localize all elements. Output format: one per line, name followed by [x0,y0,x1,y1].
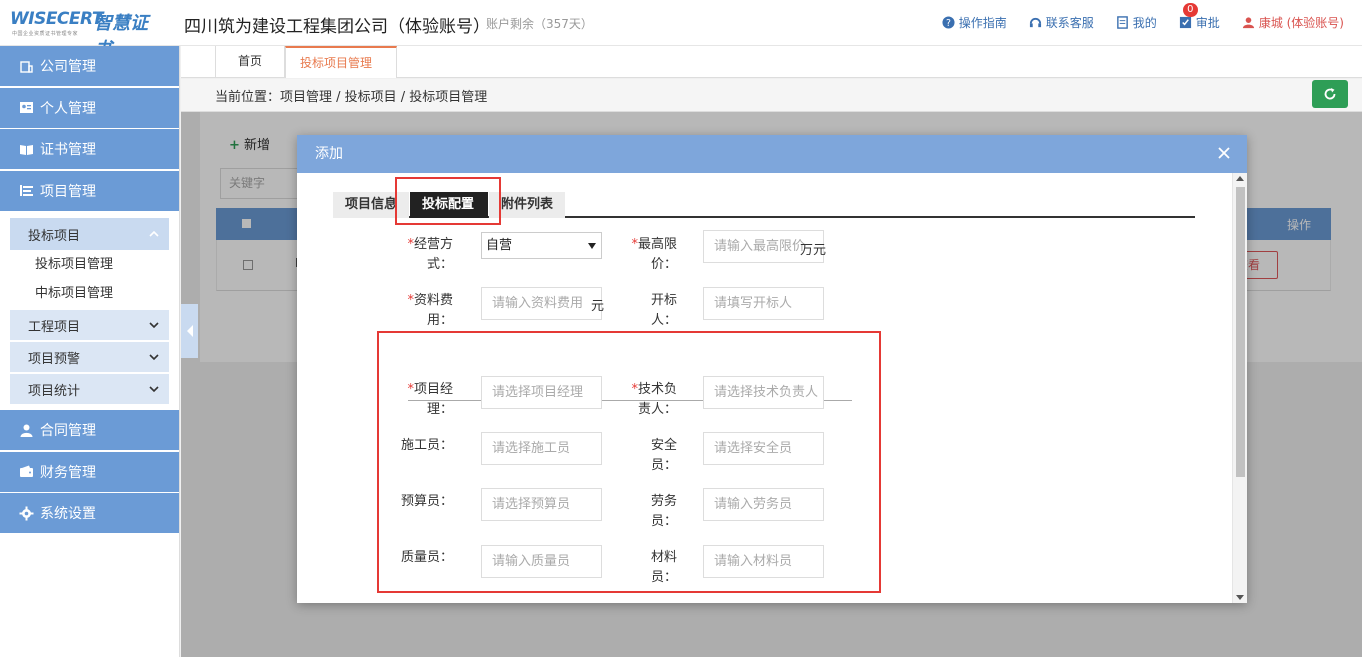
dialog-header: 添加 [297,135,1247,173]
scroll-up-icon[interactable] [1236,176,1244,181]
nav-support-label: 联系客服 [1045,16,1094,30]
submenu-link-bid-manage[interactable]: 投标项目管理 [10,250,169,279]
material-fee-input[interactable]: 请输入资料费用 [481,287,602,320]
submenu-label: 项目统计 [28,383,81,399]
headset-icon [1029,17,1041,28]
sidebar-item-label: 公司管理 [40,59,96,75]
sidebar-item-finance[interactable]: 财务管理 [0,451,179,492]
chevron-down-icon [149,386,159,393]
breadcrumb: 当前位置：项目管理 / 投标项目 / 投标项目管理 [215,90,488,105]
logo-text-en: WISECERT [10,9,103,29]
submenu-stats[interactable]: 项目统计 [10,374,169,404]
document-icon [1116,16,1128,29]
wallet-icon [20,465,33,477]
breadcrumb-bar: 当前位置：项目管理 / 投标项目 / 投标项目管理 [181,79,1362,112]
sidebar-item-label: 个人管理 [40,100,96,117]
sidebar-item-label: 系统设置 [40,506,96,522]
sidebar: 公司管理 个人管理 证书管理 项目管理 投标项目 投标项目管理 中标项目管理 工… [0,46,180,657]
account-remaining: 账户剩余（357天） [486,17,593,31]
dialog-scrollbar[interactable] [1232,173,1247,603]
nav-user-label: 康城 (体验账号) [1258,16,1344,30]
max-price-label: *最高限价： [631,237,677,272]
nav-mine[interactable]: 我的 [1116,14,1157,31]
material-fee-label: *资料费用： [407,293,453,328]
nav-approve-label: 审批 [1195,16,1220,30]
opener-input[interactable]: 请填写开标人 [703,287,824,320]
company-name: 四川筑为建设工程集团公司（体验账号） [184,17,490,37]
id-card-icon [20,102,33,113]
gear-icon [19,506,34,520]
user-icon [1242,17,1254,29]
logo-subtitle: 中国企业资质证书管理专家 [12,31,79,37]
book-icon [20,144,33,155]
sidebar-item-contract[interactable]: 合同管理 [0,410,179,450]
business-mode-select[interactable]: 自营 [481,232,602,259]
svg-text:?: ? [946,18,951,29]
nav-mine-label: 我的 [1132,16,1157,30]
sidebar-item-project[interactable]: 项目管理 [0,170,179,211]
nav-approve[interactable]: 0 审批 [1179,3,1220,31]
user-icon [20,424,33,437]
sidebar-collapse-handle[interactable] [181,304,198,358]
tab-bid-manage[interactable]: 投标项目管理✕ [285,46,397,100]
highlight-annotation-box [377,331,881,593]
sidebar-item-label: 财务管理 [40,464,96,481]
page-tabs: 首页 投标项目管理✕ [181,46,1362,100]
submenu-label: 工程项目 [28,319,81,335]
sidebar-item-cert[interactable]: 证书管理 [0,129,179,169]
chevron-left-icon [186,325,193,337]
sidebar-item-system[interactable]: 系统设置 [0,493,179,533]
question-circle-icon: ? [942,16,955,29]
close-icon[interactable] [1217,146,1231,160]
max-price-unit: 万元 [800,243,827,258]
refresh-icon [1324,88,1336,100]
caret-down-icon [588,243,596,249]
nav-user[interactable]: 康城 (体验账号) [1242,14,1344,31]
sidebar-item-label: 项目管理 [40,183,96,200]
chevron-up-icon [149,230,159,237]
tab-home[interactable]: 首页 [215,46,285,78]
material-fee-unit: 元 [591,299,605,314]
refresh-button[interactable] [1312,80,1348,108]
sidebar-item-label: 证书管理 [40,142,96,158]
sidebar-item-personal[interactable]: 个人管理 [0,87,179,128]
chevron-down-icon [149,354,159,361]
business-mode-label: *经营方式： [407,237,453,272]
submenu-label: 投标项目 [28,228,81,244]
dialog-title: 添加 [315,146,343,162]
building-icon [20,60,33,73]
nav-guide[interactable]: ? 操作指南 [942,14,1007,31]
list-icon [20,185,33,196]
submenu-bid-projects[interactable]: 投标项目 [10,218,169,250]
tab-label: 投标项目管理 [300,56,373,70]
scroll-thumb[interactable] [1236,187,1245,477]
top-header: WISECERT 智慧证书 中国企业资质证书管理专家 四川筑为建设工程集团公司（… [0,0,1362,60]
nav-guide-label: 操作指南 [958,16,1007,30]
dialog-body: 项目信息 投标配置 附件列表 *经营方式： 自营 *最高限价： 请输入最高限价 … [297,173,1232,603]
app-logo[interactable]: WISECERT 智慧证书 中国企业资质证书管理专家 [10,9,165,60]
submenu-link-won-manage[interactable]: 中标项目管理 [10,279,169,308]
scroll-down-icon[interactable] [1236,595,1244,600]
chevron-down-icon [149,322,159,329]
submenu-engineering[interactable]: 工程项目 [10,310,169,340]
add-dialog: 添加 项目信息 投标配置 附件列表 *经营方式： 自营 *最高限价： 请输入最高… [297,135,1247,603]
nav-support[interactable]: 联系客服 [1029,14,1094,31]
top-nav: ? 操作指南 联系客服 我的 0 审批 康城 (体验账号) [942,3,1344,31]
submenu-warning[interactable]: 项目预警 [10,342,169,372]
sidebar-item-company[interactable]: 公司管理 [0,46,179,86]
opener-label: 开标人： [650,293,677,328]
approve-badge: 0 [1182,3,1198,17]
sidebar-item-label: 合同管理 [40,423,96,439]
business-mode-value: 自营 [486,238,513,253]
checklist-icon [1179,16,1191,29]
project-submenu: 投标项目 投标项目管理 中标项目管理 工程项目 项目预警 项目统计 [0,212,179,410]
highlight-annotation-tab [395,177,501,225]
submenu-label: 项目预警 [28,351,81,367]
